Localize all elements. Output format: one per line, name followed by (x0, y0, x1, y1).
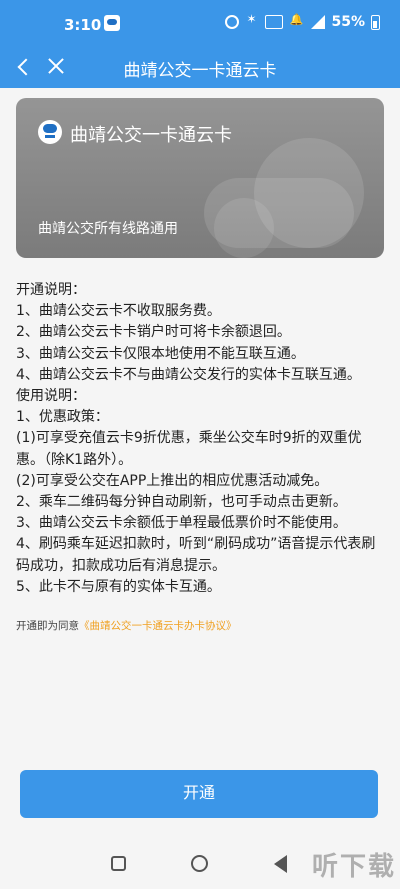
desc-line: 4、曲靖公交云卡不与曲靖公交发行的实体卡互联互通。 (16, 366, 361, 383)
signal-icon (309, 15, 326, 29)
agreement-link[interactable]: 《曲靖公交一卡通云卡办卡协议》 (79, 620, 237, 632)
status-icons: 55% (225, 12, 380, 30)
watermark: 听下载 (311, 852, 396, 882)
battery-icon (371, 14, 380, 30)
desc-line: 4、刷码乘车延迟扣款时，听到“刷码成功”语音提示代表刷码成功，扣款成功后有消息提… (16, 536, 376, 574)
agreement-prefix: 开通即为同意 (16, 620, 79, 632)
agreement-text: 开通即为同意《曲靖公交一卡通云卡办卡协议》 (16, 618, 237, 633)
app-notification-icon (104, 15, 120, 31)
bus-logo-icon (38, 120, 62, 144)
status-bar: 3:10 55% (0, 0, 400, 44)
desc-line: 3、曲靖公交云卡余额低于单程最低票价时不能使用。 (16, 515, 347, 532)
system-nav-bar: 听下载 (0, 838, 400, 889)
alarm-icon (225, 15, 240, 29)
desc-line: 5、此卡不与原有的实体卡互通。 (16, 578, 221, 595)
open-button[interactable]: 开通 (20, 770, 378, 818)
desc-line: 1、优惠政策： (16, 409, 109, 426)
mute-icon (289, 13, 303, 29)
desc-line: 2、乘车二维码每分钟自动刷新，也可手动点击更新。 (16, 494, 347, 511)
cloud-decoration-icon (184, 128, 384, 258)
recent-apps-icon[interactable] (111, 856, 126, 871)
battery-percent: 55% (331, 14, 365, 30)
desc-line: 开通说明： (16, 282, 86, 298)
desc-line: 3、曲靖公交云卡仅限本地使用不能互联互通。 (16, 345, 305, 362)
system-back-icon[interactable] (274, 855, 287, 873)
desc-line: 1、曲靖公交云卡不收取服务费。 (16, 303, 221, 320)
home-icon[interactable] (191, 855, 208, 872)
page-title: 曲靖公交一卡通云卡 (123, 61, 277, 81)
nav-bar: 曲靖公交一卡通云卡 (0, 44, 400, 88)
volte-icon (265, 15, 284, 29)
status-time: 3:10 (64, 16, 102, 34)
description-section: 开通说明： 1、曲靖公交云卡不收取服务费。 2、曲靖公交云卡卡销户时可将卡余额退… (16, 280, 388, 598)
bluetooth-icon (245, 12, 259, 29)
desc-line: 使用说明： (16, 388, 86, 405)
desc-line: 2、曲靖公交云卡卡销户时可将卡余额退回。 (16, 324, 291, 341)
card-subtitle: 曲靖公交所有线路通用 (38, 221, 178, 237)
desc-line: (2)可享受公交在APP上推出的相应优惠活动减免。 (16, 472, 329, 489)
desc-line: (1)可享受充值云卡9折优惠，乘坐公交车时9折的双重优惠。（除K1路外）。 (16, 430, 362, 468)
cloud-card: 曲靖公交一卡通云卡 曲靖公交所有线路通用 (16, 98, 384, 258)
card-title: 曲靖公交一卡通云卡 (70, 125, 232, 146)
